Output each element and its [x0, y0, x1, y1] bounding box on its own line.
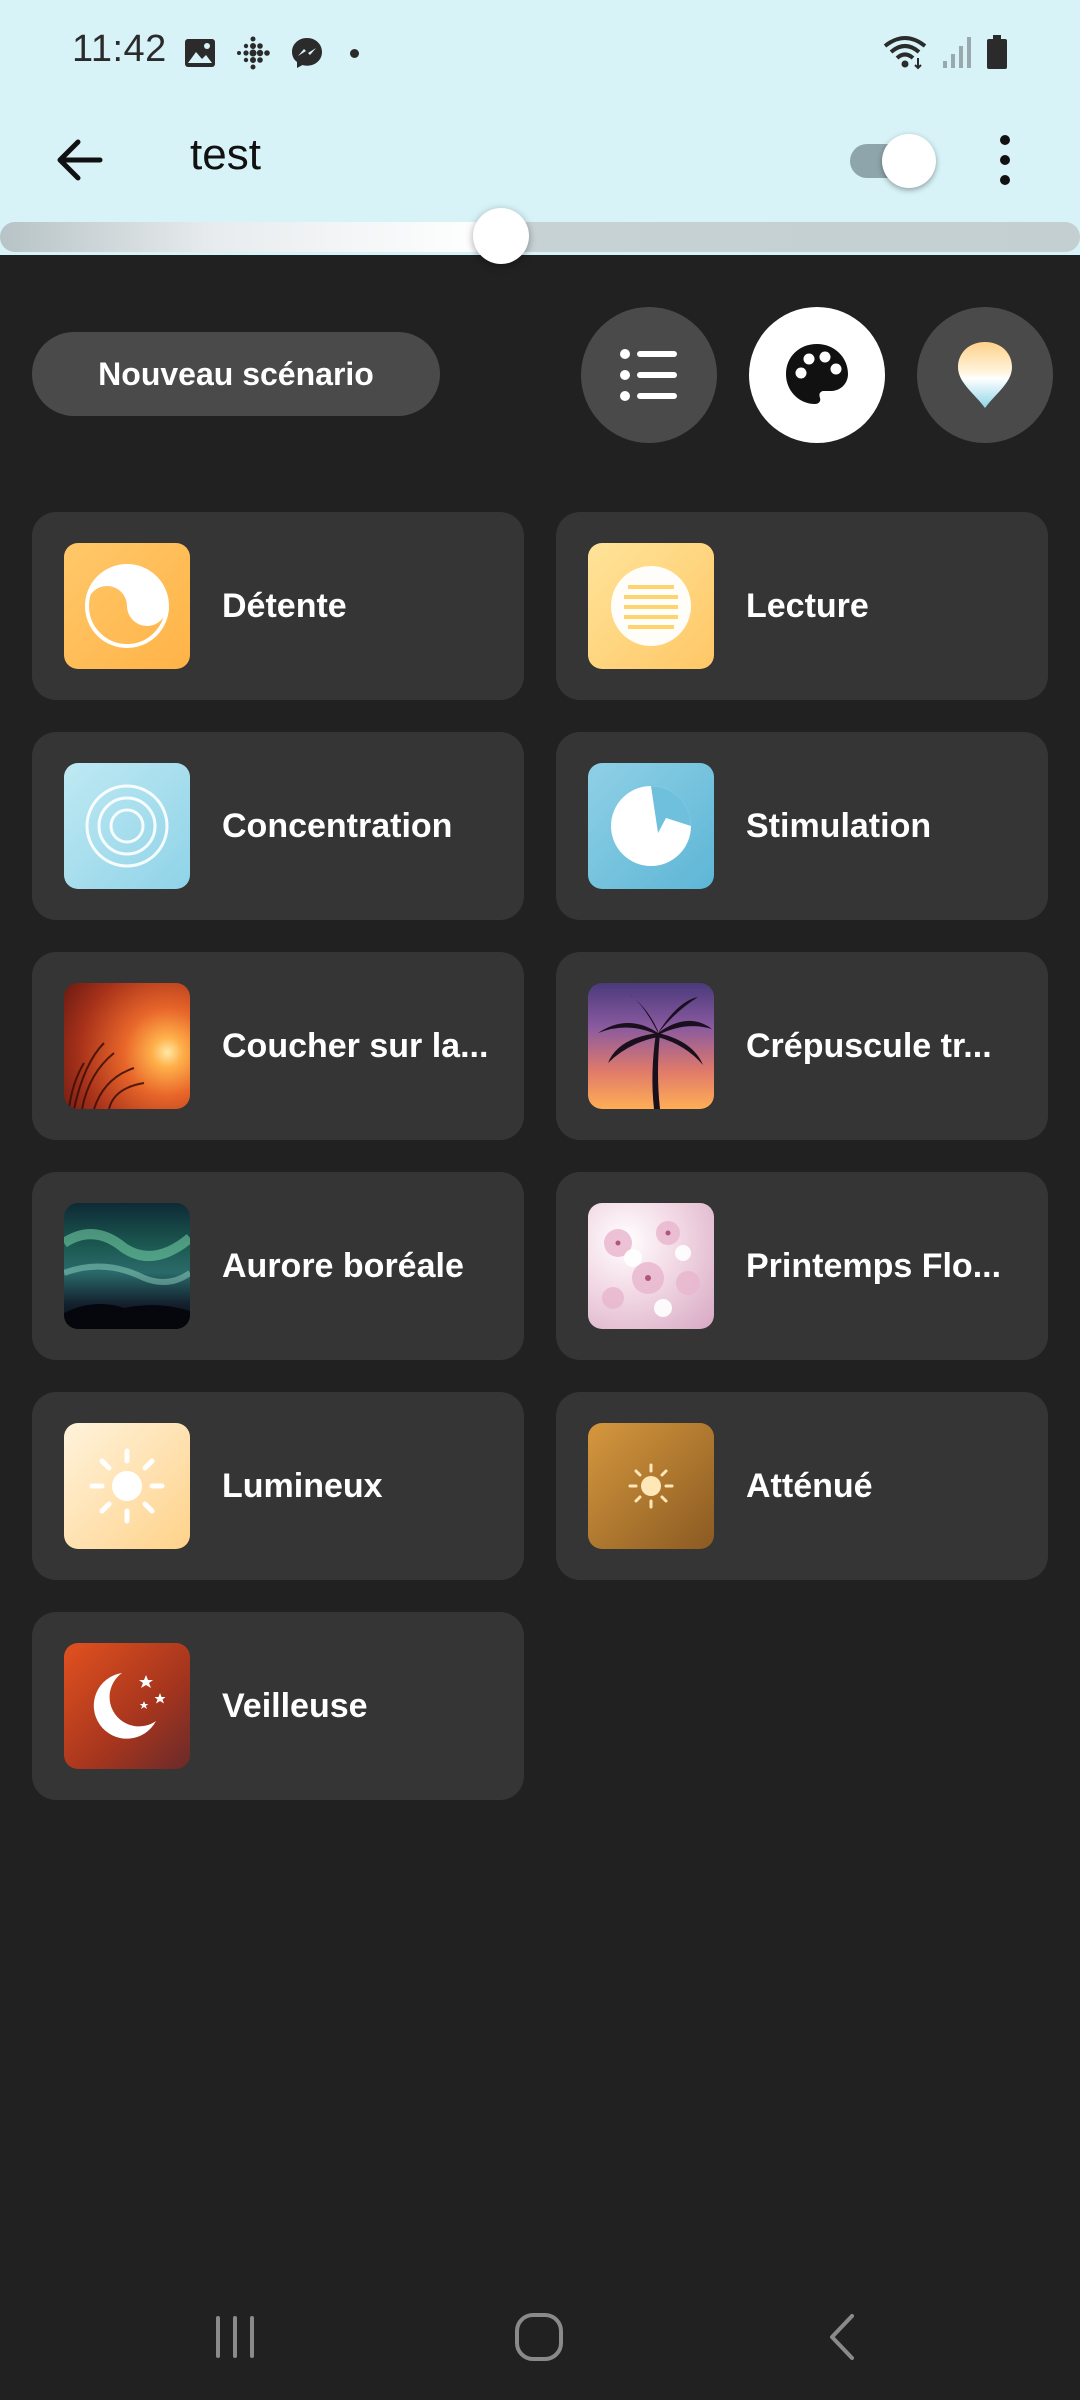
new-scene-label: Nouveau scénario — [98, 355, 374, 392]
scene-card-lumineux[interactable]: Lumineux — [32, 1392, 524, 1580]
brightness-track — [0, 222, 1080, 252]
scene-label: Concentration — [222, 806, 453, 845]
concentric-circles-icon — [85, 784, 169, 868]
scene-card-detente[interactable]: Détente — [32, 512, 524, 700]
scene-label: Lecture — [746, 586, 869, 625]
palette-view-button[interactable] — [749, 307, 885, 443]
back-arrow-icon[interactable] — [50, 130, 110, 190]
scene-thumb — [588, 543, 714, 669]
scene-thumb — [588, 1423, 714, 1549]
cherry-blossom-photo — [602, 1221, 700, 1317]
system-nav-bar — [0, 2280, 1080, 2400]
scene-thumb — [64, 543, 190, 669]
power-toggle[interactable] — [850, 134, 936, 188]
scene-thumb — [588, 763, 714, 889]
fitbit-icon — [237, 36, 270, 70]
palette-icon — [786, 344, 848, 404]
scene-thumb — [588, 1203, 714, 1329]
scene-card-aurore-boreale[interactable]: Aurore boréale — [32, 1172, 524, 1360]
scene-card-coucher-sur-la[interactable]: Coucher sur la... — [32, 952, 524, 1140]
recents-icon[interactable] — [210, 2312, 260, 2362]
page-title: test — [190, 130, 261, 179]
scene-thumb — [64, 1203, 190, 1329]
scene-card-attenue[interactable]: Atténué — [556, 1392, 1048, 1580]
toggle-knob — [882, 134, 936, 188]
scene-card-lecture[interactable]: Lecture — [556, 512, 1048, 700]
color-picker-icon — [958, 342, 1012, 408]
scene-thumb — [64, 983, 190, 1109]
status-bar: 11:42 — [0, 0, 1080, 110]
scene-thumb — [64, 1643, 190, 1769]
scene-thumb — [64, 1423, 190, 1549]
app-bar: test — [0, 110, 1080, 210]
scene-label: Atténué — [746, 1466, 873, 1505]
scene-label: Printemps Flo... — [746, 1246, 1002, 1285]
moon-stars-icon — [93, 1673, 166, 1739]
scene-thumb — [64, 763, 190, 889]
bright-sun-icon — [89, 1448, 165, 1524]
list-view-button[interactable] — [581, 307, 717, 443]
lines-icon — [611, 566, 691, 646]
scene-label: Stimulation — [746, 806, 932, 845]
lightning-circle-icon — [611, 786, 691, 866]
header: 11:42 test — [0, 0, 1080, 264]
list-icon — [620, 349, 677, 401]
more-options-icon[interactable] — [990, 128, 1020, 192]
scene-label: Aurore boréale — [222, 1246, 464, 1285]
scene-card-concentration[interactable]: Concentration — [32, 732, 524, 920]
scene-label: Veilleuse — [222, 1686, 368, 1725]
scene-label: Crépuscule tr... — [746, 1026, 992, 1065]
scene-card-printemps-floral[interactable]: Printemps Flo... — [556, 1172, 1048, 1360]
scene-label: Détente — [222, 586, 347, 625]
color-picker-button[interactable] — [917, 307, 1053, 443]
scene-card-veilleuse[interactable]: Veilleuse — [32, 1612, 524, 1800]
status-time: 11:42 — [72, 28, 167, 70]
scene-card-crepuscule[interactable]: Crépuscule tr... — [556, 952, 1048, 1140]
brightness-thumb[interactable] — [473, 208, 529, 264]
new-scene-button[interactable]: Nouveau scénario — [32, 332, 440, 416]
yin-yang-icon — [85, 564, 169, 648]
back-icon[interactable] — [820, 2310, 864, 2364]
palm-tree-photo — [598, 993, 712, 1109]
scene-thumb — [588, 983, 714, 1109]
signal-icon — [943, 37, 971, 68]
aurora-photo — [64, 1229, 190, 1329]
sunset-photo — [68, 1042, 145, 1109]
notification-dot-icon — [350, 48, 359, 58]
battery-icon — [987, 35, 1007, 69]
brightness-slider[interactable] — [0, 208, 1080, 264]
wifi-icon — [883, 36, 927, 70]
dim-sun-icon — [628, 1463, 674, 1509]
gallery-icon — [185, 39, 215, 67]
scene-label: Coucher sur la... — [222, 1026, 489, 1065]
scene-card-stimulation[interactable]: Stimulation — [556, 732, 1048, 920]
home-icon[interactable] — [512, 2310, 566, 2364]
scene-label: Lumineux — [222, 1466, 383, 1505]
messenger-icon — [292, 38, 322, 68]
